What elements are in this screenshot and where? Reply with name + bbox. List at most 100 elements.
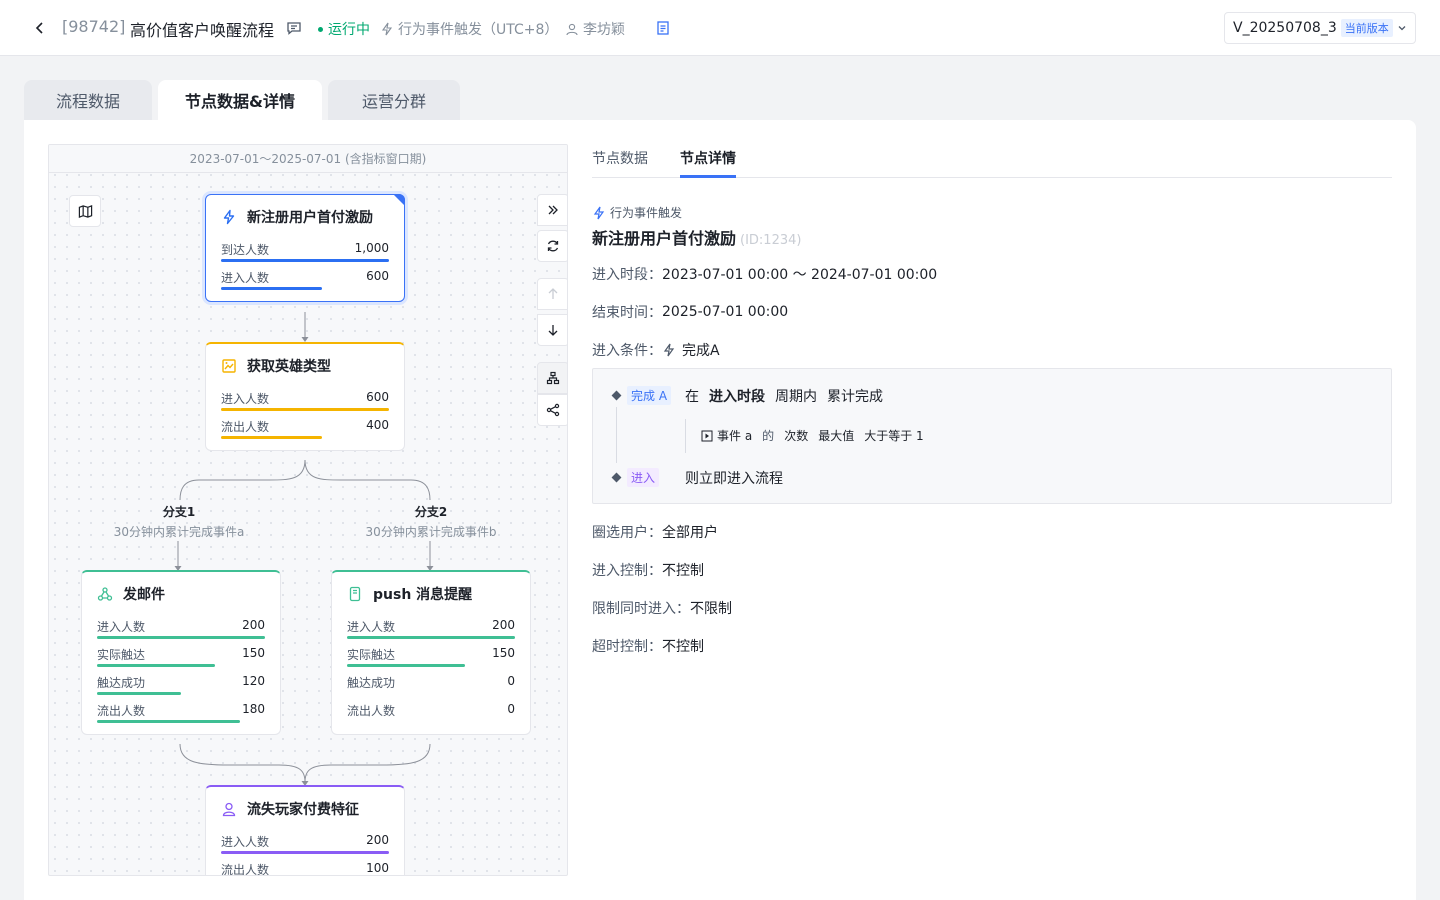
entry-control-value: 不控制 xyxy=(662,563,704,579)
refresh-button[interactable] xyxy=(537,230,567,262)
current-version-tag: 当前版本 xyxy=(1340,19,1393,37)
node-push[interactable]: push 消息提醒 进入人数 200 实际触达 150 触达成功 0 流出人数 0 xyxy=(331,570,531,735)
metric-list: 进入人数 200 实际触达 150 触达成功 120 流出人数 180 xyxy=(97,616,265,734)
double-chevron-right-icon xyxy=(548,205,558,215)
tab-node-detail[interactable]: 节点数据&详情 xyxy=(158,80,322,120)
node-padding xyxy=(221,295,389,301)
metric-row: 进入人数 200 xyxy=(97,616,265,644)
metric-track xyxy=(97,636,265,639)
metric-track xyxy=(347,692,515,695)
flow-canvas[interactable]: 2023-07-01～2025-07-01 (含指标窗口期) 新注册用户首付激励… xyxy=(48,144,568,876)
entry-period-label: 进入时段： xyxy=(592,267,662,283)
chevron-left-icon[interactable] xyxy=(32,20,48,36)
metric-bar xyxy=(97,664,215,667)
cond-word: 周期内 xyxy=(775,389,817,405)
owner: 李坊颖 xyxy=(565,19,625,39)
status-badge: 运行中 xyxy=(318,19,370,39)
node-title: 获取英雄类型 xyxy=(221,344,389,388)
metric-label: 流出人数 xyxy=(221,863,270,876)
metric-value: 0 xyxy=(507,702,515,716)
condition-line-1: 在 进入时段 周期内 累计完成 xyxy=(685,386,883,406)
node-name-text: 新注册用户首付激励 xyxy=(592,229,737,248)
tab-flow-data[interactable]: 流程数据 xyxy=(24,80,152,120)
metric-bar xyxy=(347,636,515,639)
node-title-text: push 消息提醒 xyxy=(373,587,473,603)
metric-label: 流出人数 xyxy=(347,704,396,718)
node-trigger[interactable]: 新注册用户首付激励 到达人数 1,000 进入人数 600 xyxy=(205,194,405,302)
entry-condition-row: 进入条件： 完成A xyxy=(592,340,720,360)
tab-operation-segments[interactable]: 运营分群 xyxy=(328,80,460,120)
metric-bar xyxy=(221,287,322,290)
condition-tag-enter: 进入 xyxy=(627,468,660,487)
metric-value: 150 xyxy=(242,646,265,660)
lightning-icon xyxy=(593,206,605,219)
tab-node-details[interactable]: 节点详情 xyxy=(680,148,736,168)
arrow-down-icon xyxy=(548,325,558,336)
flow-title: 高价值客户唤醒流程 xyxy=(130,21,275,40)
end-time-label: 结束时间： xyxy=(592,305,662,321)
refresh-icon xyxy=(547,240,559,252)
metric-value: 0 xyxy=(507,674,515,688)
metric-value: 150 xyxy=(492,646,515,660)
node-hero-type[interactable]: 获取英雄类型 进入人数 600 流出人数 400 xyxy=(205,342,405,451)
tree-icon xyxy=(546,371,560,385)
node-lost-player[interactable]: 流失玩家付费特征 进入人数 200 流出人数 100 xyxy=(205,785,405,876)
document-icon[interactable] xyxy=(655,20,671,36)
webhook-icon xyxy=(97,587,113,601)
metric-track xyxy=(221,287,389,290)
collapse-panel-button[interactable] xyxy=(537,194,567,226)
sub-max: 最大值 xyxy=(818,429,855,443)
metric-value: 400 xyxy=(366,418,389,432)
metric-value: 600 xyxy=(366,269,389,283)
metric-row: 流出人数 180 xyxy=(97,700,265,728)
metric-row: 进入人数 200 xyxy=(221,831,389,859)
entry-period-value: 2023-07-01 00:00 ～ 2024-07-01 00:00 xyxy=(662,267,938,283)
main-card: 2023-07-01～2025-07-01 (含指标窗口期) 新注册用户首付激励… xyxy=(24,120,1416,900)
move-up-button[interactable] xyxy=(537,278,567,310)
metric-bar xyxy=(97,720,240,723)
sub-word: 的 xyxy=(762,429,775,443)
sub-condition-connector xyxy=(685,419,686,453)
node-title-text: 新注册用户首付激励 xyxy=(247,210,373,226)
version-value: V_20250708_3 xyxy=(1233,20,1337,36)
diamond-icon xyxy=(611,390,622,401)
metric-label: 触达成功 xyxy=(97,676,146,690)
sub-count: 次数 xyxy=(784,429,809,443)
metric-bar xyxy=(347,664,465,667)
metric-list: 进入人数 200 实际触达 150 触达成功 0 流出人数 0 xyxy=(347,616,515,734)
version-select[interactable]: V_20250708_3 当前版本 xyxy=(1224,12,1416,44)
cond-word: 进入时段 xyxy=(709,389,765,405)
metric-track xyxy=(347,720,515,723)
metric-row: 流出人数 100 xyxy=(221,859,389,876)
metric-track xyxy=(97,720,265,723)
node-padding xyxy=(97,728,265,734)
metric-label: 触达成功 xyxy=(347,676,396,690)
branch-layout-button[interactable] xyxy=(537,394,567,426)
metric-track xyxy=(347,636,515,639)
comment-icon[interactable] xyxy=(286,20,302,36)
branch-2-label: 分支2 xyxy=(414,505,448,519)
trigger-type-text: 行为事件触发 xyxy=(610,206,683,220)
metric-bar xyxy=(221,851,389,854)
move-down-button[interactable] xyxy=(537,314,567,346)
phone-icon xyxy=(349,586,361,602)
lightning-icon xyxy=(663,343,675,357)
tree-layout-button[interactable] xyxy=(537,362,567,394)
node-title: 发邮件 xyxy=(97,572,265,616)
entry-period-row: 进入时段： 2023-07-01 00:00 ～ 2024-07-01 00:0… xyxy=(592,264,937,284)
entry-condition-label: 进入条件： xyxy=(592,343,662,359)
branch-2-desc: 30分钟内累计完成事件b xyxy=(365,525,497,539)
timeout-row: 超时控制： 不控制 xyxy=(592,636,704,656)
metric-row: 实际触达 150 xyxy=(97,644,265,672)
node-send-email[interactable]: 发邮件 进入人数 200 实际触达 150 触达成功 120 流出人数 180 xyxy=(81,570,281,735)
end-time-value: 2025-07-01 00:00 xyxy=(662,304,789,320)
metric-row: 进入人数 600 xyxy=(221,388,389,416)
tab-node-data[interactable]: 节点数据 xyxy=(592,148,648,168)
metric-value: 120 xyxy=(242,674,265,688)
cond-word: 在 xyxy=(685,389,699,405)
metric-label: 进入人数 xyxy=(97,620,146,634)
branch-1-desc: 30分钟内累计完成事件a xyxy=(113,525,245,539)
metric-bar xyxy=(221,436,322,439)
metric-value: 600 xyxy=(366,390,389,404)
metric-value: 100 xyxy=(366,861,389,875)
